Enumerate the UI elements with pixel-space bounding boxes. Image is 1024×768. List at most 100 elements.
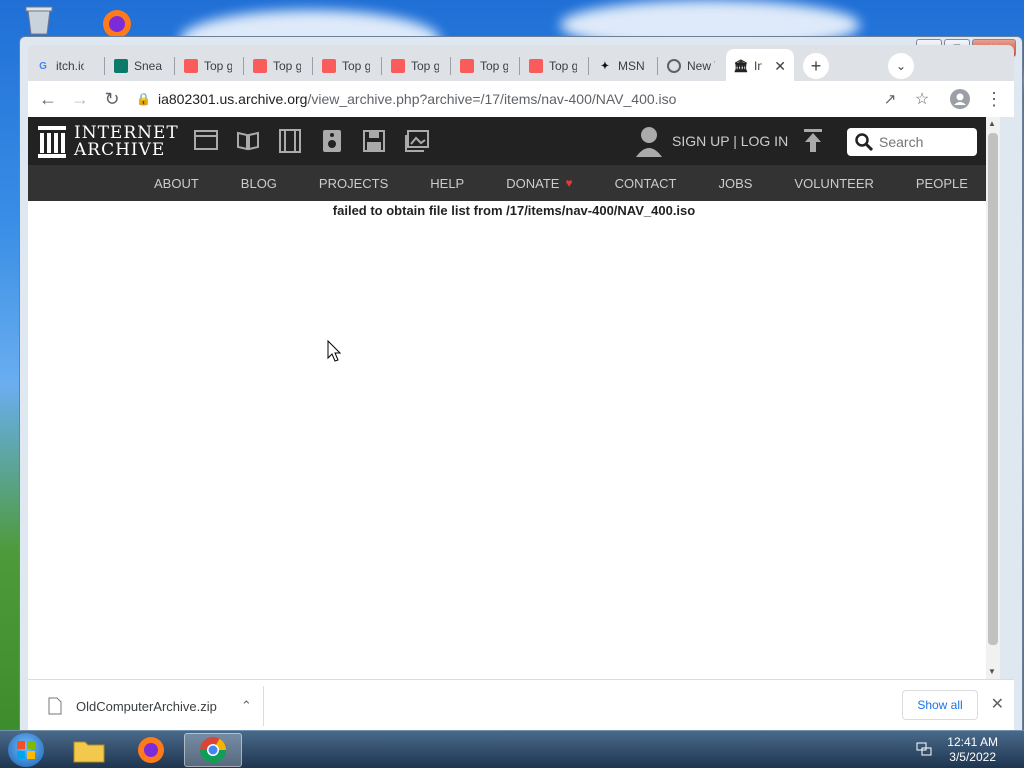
nav-donate[interactable]: DONATE ♥ [506, 176, 572, 191]
download-item[interactable]: OldComputerArchive.zip ⌃ [28, 686, 264, 726]
chevron-up-icon[interactable]: ⌃ [241, 698, 252, 714]
clock-time: 12:41 AM [947, 735, 998, 749]
nav-about[interactable]: ABOUT [154, 176, 199, 191]
file-icon [48, 697, 62, 715]
nav-contact[interactable]: CONTACT [615, 176, 677, 191]
tab-itch-top-4[interactable]: Top games [383, 49, 447, 83]
itch-icon [322, 59, 336, 73]
tab-msn[interactable]: ✦ MSN [590, 49, 654, 83]
system-clock[interactable]: 12:41 AM 3/5/2022 [947, 735, 998, 765]
logo-line-2: ARCHIVE [74, 140, 166, 160]
address-bar[interactable]: 🔒 ia802301.us.archive.org/view_archive.p… [136, 85, 936, 113]
software-icon[interactable] [362, 129, 386, 153]
windows-logo-icon [17, 741, 35, 759]
lock-icon: 🔒 [136, 92, 151, 106]
texts-icon[interactable] [236, 129, 260, 153]
tab-itch-top-1[interactable]: Top games [176, 49, 240, 83]
web-icon[interactable] [194, 129, 218, 153]
tab-title: Internet Archive [754, 59, 763, 73]
download-bar: OldComputerArchive.zip ⌃ Show all ✕ [28, 679, 1014, 731]
nav-people[interactable]: PEOPLE [916, 176, 968, 191]
network-icon[interactable] [916, 741, 932, 762]
bookmark-star-icon[interactable]: ☆ [910, 87, 934, 111]
firefox-taskbar-icon[interactable] [122, 733, 180, 767]
url-path: /view_archive.php?archive=/17/items/nav-… [307, 91, 677, 107]
tab-internet-archive[interactable]: 🏛 Internet Archive ✕ [726, 49, 794, 83]
ia-logo[interactable]: INTERNET ARCHIVE [38, 125, 179, 159]
clock-date: 3/5/2022 [949, 750, 996, 764]
upload-icon[interactable] [804, 129, 822, 158]
forward-button[interactable]: → [68, 87, 92, 111]
sign-up-login-link[interactable]: SIGN UP | LOG IN [672, 133, 788, 149]
nav-projects[interactable]: PROJECTS [319, 176, 388, 191]
tab-close-icon[interactable]: ✕ [774, 58, 786, 75]
tab-title: Top games [549, 59, 577, 73]
itch-icon [184, 59, 198, 73]
chrome-icon [667, 59, 681, 73]
page-scrollbar[interactable]: ▲ ▼ [986, 117, 1000, 679]
tab-search-button[interactable]: ⌄ [888, 53, 914, 79]
scroll-down-arrow-icon[interactable]: ▼ [988, 667, 996, 676]
itch-icon [391, 59, 405, 73]
archive-icon: 🏛 [733, 59, 749, 73]
chrome-taskbar-icon[interactable] [184, 733, 242, 767]
tab-itch-top-6[interactable]: Top games [521, 49, 585, 83]
itch-icon [529, 59, 543, 73]
video-icon[interactable] [278, 129, 302, 153]
tab-title: Sneaker [134, 59, 162, 73]
tab-new-tab[interactable]: New Tab [659, 49, 723, 83]
itch-icon [253, 59, 267, 73]
tab-title: Top games [480, 59, 508, 73]
reload-button[interactable]: ↻ [100, 87, 124, 111]
tab-title: New Tab [687, 59, 715, 73]
archive-building-icon [38, 126, 66, 158]
error-message: failed to obtain file list from /17/item… [332, 203, 696, 218]
google-icon: G [39, 60, 47, 72]
ia-search-box[interactable] [847, 128, 977, 156]
show-all-button[interactable]: Show all [902, 690, 978, 720]
file-explorer-taskbar-icon[interactable] [60, 733, 118, 767]
new-tab-button[interactable]: + [803, 53, 829, 79]
user-avatar-icon[interactable] [634, 125, 664, 162]
back-button[interactable]: ← [36, 87, 60, 111]
nav-donate-label: DONATE [506, 175, 560, 191]
tab-sneaker[interactable]: Sneaker [106, 49, 170, 83]
browser-window: – □ ✕ G itch.io Sneaker Top games Top ga… [19, 36, 1023, 732]
scroll-up-arrow-icon[interactable]: ▲ [988, 119, 996, 128]
nav-help[interactable]: HELP [430, 176, 464, 191]
itch-icon [460, 59, 474, 73]
tab-title: itch.io [56, 59, 84, 73]
msn-icon: ✦ [600, 60, 610, 72]
start-button[interactable] [8, 733, 44, 767]
tab-strip: G itch.io Sneaker Top games Top games To… [28, 45, 1014, 83]
nav-jobs[interactable]: JOBS [718, 176, 752, 191]
tab-itch[interactable]: G itch.io [28, 49, 92, 83]
sneaker-site-icon [114, 59, 128, 73]
close-download-bar-icon[interactable]: ✕ [991, 694, 1004, 714]
ia-nav-bar: ABOUT BLOG PROJECTS HELP DONATE ♥ CONTACT… [28, 165, 1000, 201]
nav-blog[interactable]: BLOG [241, 176, 277, 191]
web-page: INTERNET ARCHIVE SIGN UP | LOG IN Search… [28, 117, 1000, 679]
audio-icon[interactable] [320, 129, 344, 153]
taskbar: 12:41 AM 3/5/2022 [0, 730, 1024, 768]
mouse-cursor-icon [327, 339, 342, 367]
tab-title: Top games [342, 59, 370, 73]
ia-header: INTERNET ARCHIVE SIGN UP | LOG IN [28, 117, 1000, 165]
tab-title: Top games [273, 59, 301, 73]
nav-volunteer[interactable]: VOLUNTEER [794, 176, 873, 191]
heart-icon: ♥ [565, 176, 573, 190]
images-icon[interactable] [404, 129, 429, 153]
tab-itch-top-2[interactable]: Top games [245, 49, 309, 83]
browser-toolbar: ← → ↻ 🔒 ia802301.us.archive.org/view_arc… [28, 81, 1014, 117]
search-input[interactable] [879, 134, 975, 150]
media-icons [194, 129, 429, 153]
menu-kebab-icon[interactable]: ⋮ [982, 87, 1006, 111]
tab-itch-top-3[interactable]: Top games [314, 49, 378, 83]
tab-itch-top-5[interactable]: Top games [452, 49, 516, 83]
download-filename: OldComputerArchive.zip [76, 698, 217, 714]
tab-title: Top games [411, 59, 439, 73]
scroll-thumb[interactable] [988, 133, 998, 645]
profile-icon[interactable] [948, 87, 972, 111]
share-icon[interactable]: ↗ [878, 87, 902, 111]
url-host: ia802301.us.archive.org [158, 91, 308, 107]
